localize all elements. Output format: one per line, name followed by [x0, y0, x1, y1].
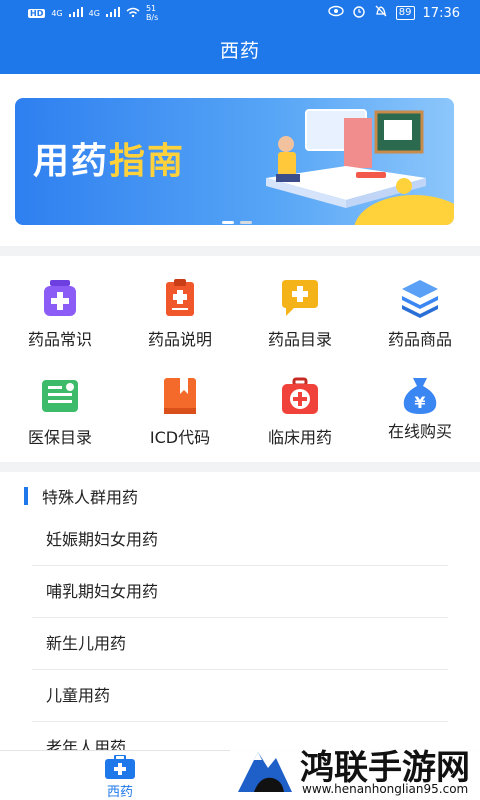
net-speed-value: 51 [145, 4, 157, 13]
svg-text:¥: ¥ [414, 393, 425, 412]
grid-item-label: 在线购买 [387, 422, 452, 441]
grid-item-label: 药品目录 [267, 330, 332, 349]
time-label: 17:36 [422, 5, 460, 21]
book-bookmark-icon [164, 378, 196, 414]
reading-illustration [266, 109, 426, 208]
chat-plus-icon [282, 280, 318, 316]
banner-carousel[interactable]: 用药指南 [15, 98, 454, 225]
grid-item-label: 药品说明 [147, 330, 212, 349]
alarm-icon [352, 4, 366, 22]
tab-western-medicine[interactable]: 西药 [88, 751, 152, 800]
list-item[interactable]: 儿童用药 [32, 670, 448, 722]
grid-item-drug-catalog[interactable]: 药品目录 [240, 256, 360, 356]
watermark-logo-icon [238, 752, 292, 792]
signal-icon-2 [105, 6, 120, 20]
battery-level: 89 [395, 6, 415, 20]
watermark: 鸿联手游网 www.henanhonglian95.com [230, 738, 480, 800]
grid-item-label: 药品常识 [27, 330, 92, 349]
signal-icon [68, 6, 83, 20]
medical-kit-icon [105, 755, 135, 779]
banner-title: 用药指南 [33, 132, 185, 184]
grid-item-insurance-catalog[interactable]: 医保目录 [0, 354, 120, 454]
grid-item-drug-instructions[interactable]: 药品说明 [120, 256, 240, 356]
signal-4g-label: 4G [51, 8, 63, 18]
list-item[interactable]: 妊娠期妇女用药 [32, 514, 448, 566]
grid-item-icd-code[interactable]: ICD代码 [120, 354, 240, 454]
list-item[interactable]: 新生儿用药 [32, 618, 448, 670]
grid-item-label: ICD代码 [149, 428, 211, 447]
banner-title-part-a: 用药 [33, 141, 110, 182]
watermark-url: www.henanhonglian95.com [302, 782, 469, 796]
hd-badge: HD [28, 8, 46, 18]
grid-item-label: 药品商品 [387, 330, 452, 349]
medicine-bottle-icon [44, 280, 76, 316]
carousel-dot[interactable] [240, 221, 252, 224]
top-app-bar: HD 4G 4G 51 B/s 89 17:36 西药 [0, 0, 480, 74]
grid-item-label: 医保目录 [27, 428, 92, 447]
mute-bell-icon [374, 4, 388, 22]
page-title: 西药 [219, 40, 260, 62]
net-speed-unit: B/s [145, 13, 159, 22]
grid-item-drug-knowledge[interactable]: 药品常识 [0, 256, 120, 356]
tab-label: 西药 [106, 785, 133, 800]
section-title: 特殊人群用药 [42, 488, 139, 507]
feature-grid: 药品常识 药品说明 药品目录 药品商品 医保目录 ICD代码 临床用药 ¥ 在线… [0, 256, 480, 462]
clipboard-plus-icon [166, 279, 194, 316]
grid-item-clinical-medication[interactable]: 临床用药 [240, 354, 360, 454]
yen-money-bag-icon: ¥ [403, 378, 437, 414]
grid-item-drug-products[interactable]: 药品商品 [360, 256, 480, 356]
signal-4g-label-2: 4G [88, 8, 100, 18]
banner-title-part-b: 指南 [109, 141, 186, 182]
first-aid-kit-icon [282, 377, 318, 414]
status-bar: HD 4G 4G 51 B/s 89 17:36 [0, 0, 480, 26]
layers-icon [402, 280, 438, 318]
carousel-dot-active[interactable] [222, 221, 234, 224]
grid-item-label: 临床用药 [267, 428, 332, 447]
wifi-icon [126, 7, 140, 20]
grid-item-buy-online[interactable]: ¥ 在线购买 [360, 354, 480, 454]
insurance-card-icon [42, 380, 78, 412]
section-header: 特殊人群用药 [24, 486, 139, 507]
carousel-indicator [222, 221, 252, 224]
list-item[interactable]: 哺乳期妇女用药 [32, 566, 448, 618]
banner-section: 用药指南 [0, 74, 480, 246]
special-population-section: 特殊人群用药 妊娠期妇女用药 哺乳期妇女用药 新生儿用药 儿童用药 老年人用药 [0, 472, 480, 750]
eye-icon [328, 5, 344, 21]
section-accent-bar [24, 487, 28, 505]
